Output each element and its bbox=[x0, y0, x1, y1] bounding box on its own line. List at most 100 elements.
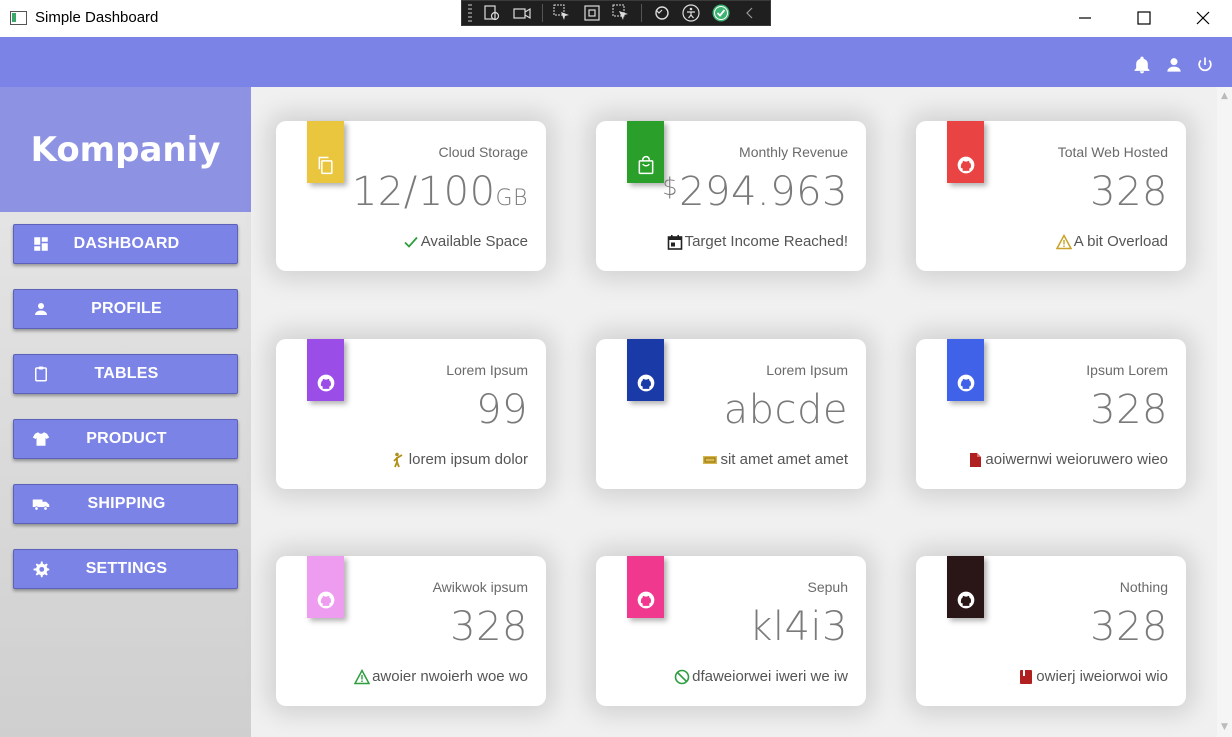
card-footer: aoiwernwi weioruwero wieo bbox=[967, 451, 1168, 468]
person-pose-icon bbox=[391, 452, 407, 468]
stat-card-lorem-ipsum-1: Lorem Ipsum 99 lorem ipsum dolor bbox=[276, 339, 546, 489]
bell-icon[interactable] bbox=[1132, 55, 1152, 75]
video-icon bbox=[513, 7, 531, 20]
card-footer-text: A bit Overload bbox=[1073, 233, 1168, 250]
nav-product-button[interactable]: PRODUCT bbox=[13, 419, 238, 459]
card-title: Sepuh bbox=[807, 579, 848, 595]
card-footer-text: aoiwernwi weioruwero wieo bbox=[985, 451, 1168, 468]
card-value: 328 bbox=[1090, 604, 1168, 650]
card-footer: Target Income Reached! bbox=[667, 233, 848, 250]
nav-profile-button[interactable]: PROFILE bbox=[13, 289, 238, 329]
check-icon bbox=[403, 234, 419, 250]
stat-card-awikwok-ipsum: Awikwok ipsum 328 awoier nwoierh woe wo bbox=[276, 556, 546, 706]
card-title: Lorem Ipsum bbox=[446, 362, 528, 378]
card-value: $294.963 bbox=[662, 169, 848, 215]
brand-panel: Kompaniy bbox=[0, 87, 251, 212]
shopping-bag-icon bbox=[638, 155, 653, 175]
card-footer-text: lorem ipsum dolor bbox=[408, 451, 528, 468]
card-footer-text: awoier nwoierh woe wo bbox=[372, 668, 528, 685]
scroll-up-arrow-icon[interactable]: ▲ bbox=[1220, 92, 1229, 101]
nav-label: PRODUCT bbox=[86, 430, 167, 447]
nav-tables-button[interactable]: TABLES bbox=[13, 354, 238, 394]
card-title: Lorem Ipsum bbox=[766, 362, 848, 378]
debug-toolbar bbox=[461, 0, 771, 26]
card-tab bbox=[307, 121, 344, 183]
github-icon bbox=[637, 374, 654, 392]
live-visual-tree-button[interactable] bbox=[482, 3, 502, 23]
display-adorners-button[interactable] bbox=[582, 3, 602, 23]
minimize-icon bbox=[1079, 17, 1091, 19]
card-tab bbox=[947, 556, 984, 618]
nav-settings-button[interactable]: SETTINGS bbox=[13, 549, 238, 589]
card-value: 12/100GB bbox=[352, 169, 528, 215]
close-button[interactable] bbox=[1180, 0, 1226, 36]
card-title: Cloud Storage bbox=[438, 144, 528, 160]
stat-card-total-web-hosted: Total Web Hosted 328 A bit Overload bbox=[916, 121, 1186, 271]
card-value: kl4i3 bbox=[749, 604, 848, 650]
hot-reload-button[interactable] bbox=[652, 3, 672, 23]
card-footer: lorem ipsum dolor bbox=[391, 451, 528, 468]
card-footer: sit amet amet amet bbox=[702, 451, 848, 468]
nav-label: DASHBOARD bbox=[73, 235, 180, 252]
record-button[interactable] bbox=[512, 3, 532, 23]
card-title: Monthly Revenue bbox=[739, 144, 848, 160]
user-icon[interactable] bbox=[1164, 55, 1184, 75]
card-value-number: 294.963 bbox=[679, 169, 848, 215]
card-tab bbox=[947, 339, 984, 401]
nav-shipping-button[interactable]: SHIPPING bbox=[13, 484, 238, 524]
app-icon bbox=[10, 11, 27, 25]
vertical-scrollbar[interactable]: ▲ ▼ bbox=[1217, 87, 1232, 737]
maximize-icon bbox=[1137, 11, 1151, 25]
adorner-icon bbox=[584, 5, 600, 21]
nav-dashboard-button[interactable]: DASHBOARD bbox=[13, 224, 238, 264]
github-icon bbox=[637, 591, 654, 609]
collapse-toolbar-button[interactable] bbox=[740, 3, 760, 23]
card-tab bbox=[627, 339, 664, 401]
cursor-select-icon bbox=[553, 4, 570, 20]
select-element-button[interactable] bbox=[552, 3, 572, 23]
sidebar: Kompaniy DASHBOARD PROFILE TABLES PRODUC… bbox=[0, 87, 251, 737]
github-icon bbox=[957, 374, 974, 392]
ticket-icon bbox=[702, 452, 718, 468]
card-footer: Available Space bbox=[403, 233, 528, 250]
warning-icon bbox=[1055, 233, 1072, 250]
card-tab bbox=[307, 339, 344, 401]
toolbar-separator bbox=[640, 4, 642, 22]
close-icon bbox=[1196, 11, 1210, 25]
card-footer-text: Available Space bbox=[420, 233, 528, 250]
minimize-button[interactable] bbox=[1062, 0, 1108, 36]
track-focus-button[interactable] bbox=[611, 3, 631, 23]
card-footer: awoier nwoierh woe wo bbox=[354, 668, 528, 685]
stat-card-nothing: Nothing 328 owierj iweiorwoi wio bbox=[916, 556, 1186, 706]
card-tab bbox=[627, 556, 664, 618]
check-circle-icon bbox=[712, 4, 730, 22]
nav-label: PROFILE bbox=[91, 300, 162, 317]
card-tab bbox=[307, 556, 344, 618]
scroll-down-arrow-icon[interactable]: ▼ bbox=[1220, 723, 1229, 732]
nav-label: TABLES bbox=[94, 365, 159, 382]
stat-card-sepuh: Sepuh kl4i3 dfaweiorwei iweri we iw bbox=[596, 556, 866, 706]
github-icon bbox=[317, 374, 334, 392]
card-value-unit: GB bbox=[495, 186, 528, 211]
status-ok-button[interactable] bbox=[711, 3, 731, 23]
top-header-bar bbox=[0, 37, 1232, 87]
accessibility-button[interactable] bbox=[681, 3, 701, 23]
card-title: Awikwok ipsum bbox=[432, 579, 528, 595]
nav-label: SETTINGS bbox=[85, 560, 168, 577]
card-value: 99 bbox=[476, 387, 528, 433]
nav-label: SHIPPING bbox=[87, 495, 166, 512]
stat-card-monthly-revenue: Monthly Revenue $294.963 Target Income R… bbox=[596, 121, 866, 271]
card-value-currency: $ bbox=[662, 173, 679, 201]
stat-card-lorem-ipsum-2: Lorem Ipsum abcde sit amet amet amet bbox=[596, 339, 866, 489]
card-footer-text: Target Income Reached! bbox=[684, 233, 848, 250]
card-footer-text: owierj iweiorwoi wio bbox=[1036, 668, 1168, 685]
copy-icon bbox=[318, 156, 333, 175]
calendar-icon bbox=[667, 234, 683, 250]
card-value: 328 bbox=[450, 604, 528, 650]
toolbar-grip[interactable] bbox=[468, 4, 473, 22]
maximize-button[interactable] bbox=[1121, 0, 1167, 36]
accessibility-icon bbox=[682, 4, 700, 22]
card-title: Ipsum Lorem bbox=[1086, 362, 1168, 378]
power-icon[interactable] bbox=[1195, 55, 1215, 75]
stat-card-cloud-storage: Cloud Storage 12/100GB Available Space bbox=[276, 121, 546, 271]
